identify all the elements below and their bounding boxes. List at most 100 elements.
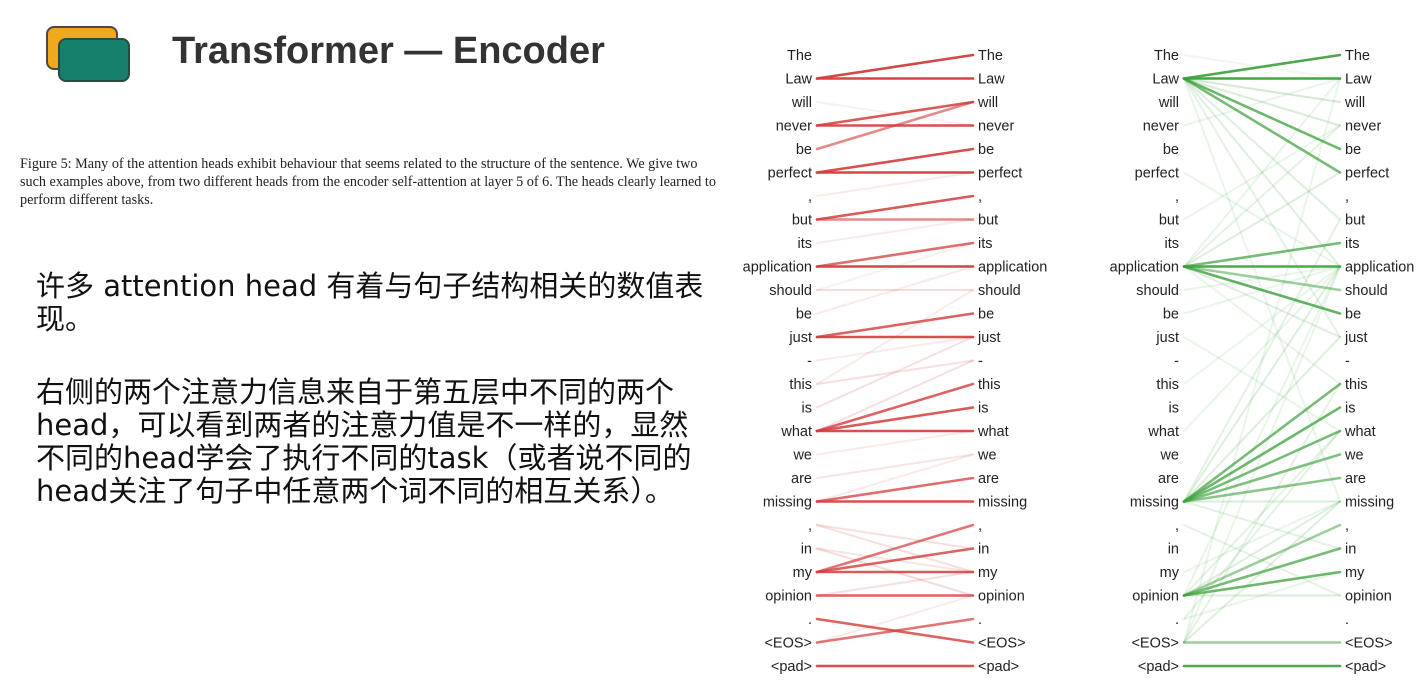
token-left: <pad> bbox=[771, 659, 812, 675]
token-right: is bbox=[1345, 401, 1355, 417]
attention-link bbox=[815, 382, 975, 433]
attention-link bbox=[815, 241, 975, 268]
attention-link bbox=[815, 53, 975, 80]
token-left: be bbox=[796, 142, 812, 158]
token-left: my bbox=[793, 565, 813, 581]
page-title: Transformer — Encoder bbox=[172, 30, 605, 72]
logo bbox=[46, 24, 132, 84]
token-right: will bbox=[1344, 95, 1365, 111]
token-right: <EOS> bbox=[978, 636, 1026, 652]
attention-link bbox=[816, 453, 974, 479]
token-left: , bbox=[1175, 189, 1179, 205]
attention-head-2: The The Law Law will will never never be be perfec… bbox=[1110, 48, 1415, 675]
token-right: perfect bbox=[1345, 166, 1389, 182]
token-right: , bbox=[978, 189, 982, 205]
token-left: , bbox=[808, 518, 812, 534]
token-left: is bbox=[1169, 401, 1179, 417]
token-right: be bbox=[1345, 307, 1361, 323]
token-right: - bbox=[1345, 354, 1350, 370]
attention-link bbox=[815, 476, 975, 503]
attention-link bbox=[1183, 77, 1341, 221]
attention-link bbox=[1183, 77, 1341, 338]
token-right: are bbox=[1345, 471, 1366, 487]
token-left: will bbox=[1158, 95, 1179, 111]
token-left: my bbox=[1160, 565, 1180, 581]
token-left: opinion bbox=[765, 589, 812, 605]
token-left: its bbox=[1165, 236, 1180, 252]
token-right: missing bbox=[1345, 495, 1394, 511]
attention-link bbox=[1183, 500, 1341, 597]
attention-link bbox=[815, 312, 975, 339]
token-left: <EOS> bbox=[1131, 636, 1179, 652]
token-right: . bbox=[1345, 612, 1349, 628]
token-left: should bbox=[1136, 283, 1179, 299]
token-left: . bbox=[808, 612, 812, 628]
token-right: this bbox=[978, 377, 1001, 393]
token-left: are bbox=[791, 471, 812, 487]
token-right: never bbox=[978, 119, 1014, 135]
token-left: The bbox=[787, 48, 812, 64]
token-right: my bbox=[1345, 565, 1365, 581]
attention-link bbox=[816, 571, 974, 597]
token-left: Law bbox=[785, 72, 812, 88]
token-right: but bbox=[978, 213, 998, 229]
token-left: , bbox=[808, 189, 812, 205]
attention-links bbox=[815, 53, 975, 668]
attention-link bbox=[1182, 77, 1342, 151]
attention-link bbox=[816, 218, 974, 244]
token-left: application bbox=[743, 260, 812, 276]
token-left: <EOS> bbox=[764, 636, 812, 652]
token-left: its bbox=[798, 236, 813, 252]
token-left: just bbox=[788, 330, 812, 346]
token-right: just bbox=[977, 330, 1001, 346]
token-right: Law bbox=[978, 72, 1005, 88]
token-right: application bbox=[1345, 260, 1414, 276]
token-left: perfect bbox=[768, 166, 812, 182]
token-left: Law bbox=[1152, 72, 1179, 88]
attention-link bbox=[1183, 265, 1341, 597]
token-right: we bbox=[977, 448, 997, 464]
token-left: The bbox=[1154, 48, 1179, 64]
token-left: never bbox=[776, 119, 812, 135]
token-left: this bbox=[1156, 377, 1179, 393]
token-right: what bbox=[1344, 424, 1376, 440]
token-left: be bbox=[796, 307, 812, 323]
token-right: opinion bbox=[978, 589, 1025, 605]
token-right: are bbox=[978, 471, 999, 487]
token-right: will bbox=[977, 95, 998, 111]
figure-caption: Figure 5: Many of the attention heads ex… bbox=[20, 156, 716, 208]
attention-link bbox=[1183, 336, 1341, 432]
token-right: its bbox=[978, 236, 993, 252]
token-right: , bbox=[978, 518, 982, 534]
attention-link bbox=[815, 147, 975, 174]
token-left: what bbox=[780, 424, 812, 440]
token-left: be bbox=[1163, 142, 1179, 158]
token-left: but bbox=[1159, 213, 1179, 229]
token-right: , bbox=[1345, 518, 1349, 534]
attention-link bbox=[816, 453, 974, 503]
token-right: in bbox=[1345, 542, 1356, 558]
attention-link bbox=[815, 194, 975, 221]
token-right: should bbox=[978, 283, 1021, 299]
token-right: is bbox=[978, 401, 988, 417]
paragraph-2: 右侧的两个注意力信息来自于第五层中不同的两个head，可以看到两者的注意力值是不… bbox=[36, 375, 692, 508]
token-right: my bbox=[978, 565, 998, 581]
token-left: missing bbox=[763, 495, 812, 511]
attention-link bbox=[816, 430, 974, 456]
token-left: , bbox=[1175, 518, 1179, 534]
token-right: perfect bbox=[978, 166, 1022, 182]
token-left: will bbox=[791, 95, 812, 111]
token-left: application bbox=[1110, 260, 1179, 276]
token-right: missing bbox=[978, 495, 1027, 511]
token-left: is bbox=[802, 401, 812, 417]
attention-link bbox=[816, 594, 974, 644]
token-right: be bbox=[978, 142, 994, 158]
token-right: what bbox=[977, 424, 1009, 440]
token-left: but bbox=[792, 213, 812, 229]
token-left: - bbox=[807, 354, 812, 370]
token-right: this bbox=[1345, 377, 1368, 393]
token-right: <pad> bbox=[978, 659, 1019, 675]
token-left: in bbox=[1168, 542, 1179, 558]
token-left: opinion bbox=[1132, 589, 1179, 605]
attention-link bbox=[816, 524, 974, 550]
